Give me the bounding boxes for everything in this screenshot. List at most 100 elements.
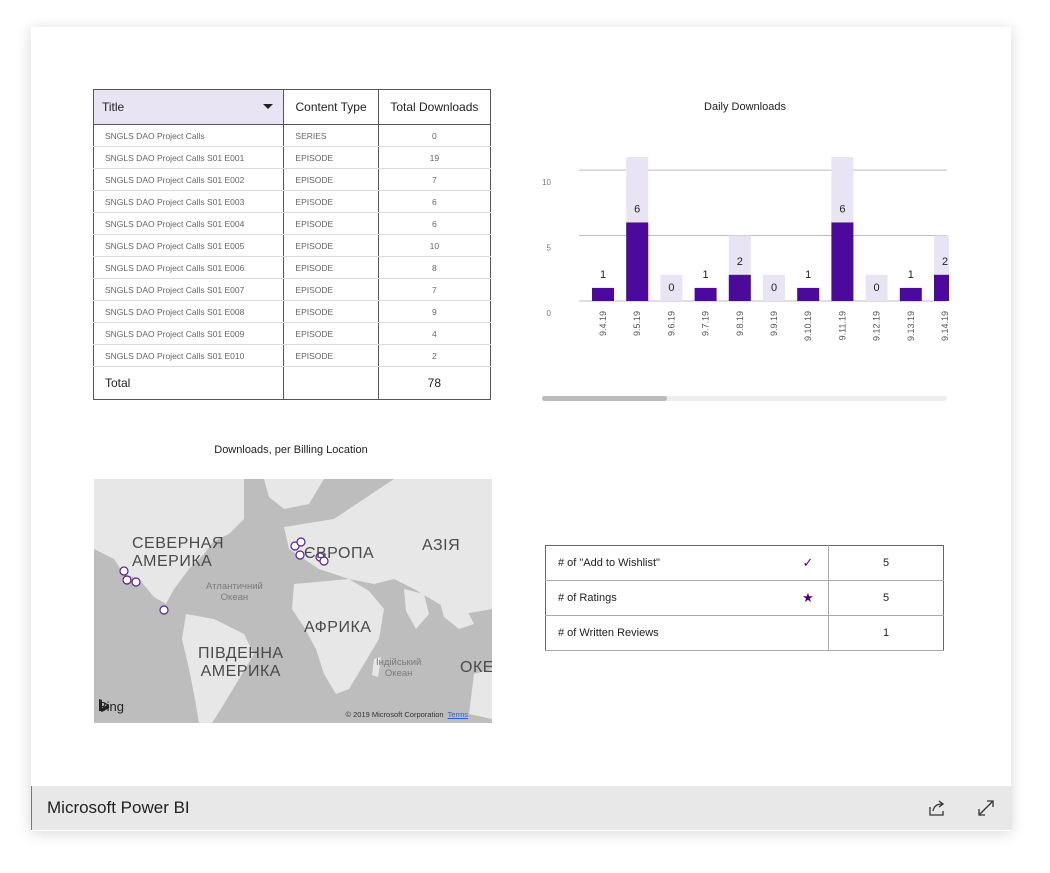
- x-tick-label: 9.6.19: [666, 311, 676, 336]
- row-type-cell: EPISODE: [283, 146, 379, 169]
- row-title-cell: SNGLS DAO Project Calls S01 E003: [92, 190, 285, 213]
- expand-button[interactable]: [974, 796, 998, 820]
- checkmark-icon: ✓: [798, 545, 829, 581]
- metric-icon-empty: [798, 615, 829, 651]
- daily-downloads-chart: 051019.4.1969.5.1909.6.1919.7.1929.8.190…: [542, 157, 949, 341]
- metric-value: 1: [828, 615, 944, 651]
- label-indian-ocean: Індійський Океан: [376, 657, 422, 679]
- metric-value: 5: [828, 580, 944, 616]
- row-type-cell: EPISODE: [283, 256, 379, 279]
- label-ocean-cut: ОКЕ: [460, 659, 492, 676]
- table-row: SNGLS DAO Project Calls S01 E010 EPISODE 2: [92, 344, 492, 367]
- row-type-cell: EPISODE: [283, 322, 379, 345]
- bar[interactable]: [934, 274, 949, 301]
- data-label: 0: [874, 282, 880, 294]
- downloads-table: Title Content Type Total Downloads SNGLS…: [92, 89, 492, 400]
- data-label: 2: [942, 256, 948, 268]
- data-label: 2: [737, 256, 743, 268]
- row-title-cell: SNGLS DAO Project Calls S01 E004: [92, 212, 285, 235]
- table-row: SNGLS DAO Project Calls S01 E008 EPISODE 9: [92, 300, 492, 323]
- table-row: SNGLS DAO Project Calls S01 E002 EPISODE 7: [92, 168, 492, 191]
- bar[interactable]: [797, 287, 820, 301]
- row-downloads-cell: 0: [377, 124, 492, 147]
- table-row: SNGLS DAO Project Calls S01 E003 EPISODE 6: [92, 190, 492, 213]
- row-title-cell: SNGLS DAO Project Calls S01 E002: [92, 168, 285, 191]
- column-header-total-downloads[interactable]: Total Downloads: [377, 89, 492, 125]
- row-type-cell: EPISODE: [283, 168, 379, 191]
- share-button[interactable]: [925, 796, 949, 820]
- bing-logo: Bing: [98, 699, 124, 714]
- row-downloads-cell: 7: [377, 168, 492, 191]
- data-label: 1: [908, 269, 914, 281]
- terms-link[interactable]: Terms: [448, 710, 468, 719]
- x-tick-label: 9.12.19: [872, 311, 882, 341]
- copyright-text: © 2019 Microsoft Corporation: [345, 710, 444, 719]
- bar[interactable]: [592, 287, 614, 301]
- bar[interactable]: [899, 287, 922, 301]
- y-tick-label: 0: [547, 309, 552, 318]
- row-type-cell: EPISODE: [283, 278, 379, 301]
- x-tick-label: 9.8.19: [735, 311, 745, 336]
- bing-icon: [99, 699, 109, 712]
- table-row: SNGLS DAO Project Calls S01 E006 EPISODE 8: [92, 256, 492, 279]
- star-icon: ★: [798, 580, 829, 616]
- row-downloads-cell: 19: [377, 146, 492, 169]
- row-type-cell: EPISODE: [283, 190, 379, 213]
- table-row: SNGLS DAO Project Calls S01 E001 EPISODE 1…: [92, 146, 492, 169]
- metric-value: 5: [828, 545, 944, 581]
- row-type-cell: EPISODE: [283, 344, 379, 367]
- row-downloads-cell: 9: [377, 300, 492, 323]
- brand-label: Microsoft Power BI: [47, 798, 190, 817]
- row-downloads-cell: 6: [377, 212, 492, 235]
- row-downloads-cell: 4: [377, 322, 492, 345]
- row-type-cell: EPISODE: [283, 212, 379, 235]
- data-label: 0: [668, 282, 674, 294]
- column-header-title[interactable]: Title: [92, 89, 285, 125]
- chart-title: Daily Downloads: [704, 101, 786, 113]
- row-downloads-cell: 8: [377, 256, 492, 279]
- engagement-metrics-table: # of "Add to Wishlist" ✓ 5 # of Ratings ★ 5 # …: [545, 545, 944, 651]
- label-africa: АФРИКА: [304, 619, 372, 636]
- row-downloads-cell: 6: [377, 190, 492, 213]
- table-row: SNGLS DAO Project Calls S01 E009 EPISODE 4: [92, 322, 492, 345]
- row-type-cell: EPISODE: [283, 300, 379, 323]
- map-copyright: © 2019 Microsoft Corporation Terms: [346, 710, 469, 719]
- row-title-cell: SNGLS DAO Project Calls S01 E007: [92, 278, 285, 301]
- table-row: SNGLS DAO Project Calls S01 E004 EPISODE 6: [92, 212, 492, 235]
- total-empty-cell: [283, 366, 379, 400]
- row-downloads-cell: 7: [377, 278, 492, 301]
- bar[interactable]: [831, 222, 854, 301]
- bar[interactable]: [694, 287, 717, 301]
- column-header-content-type[interactable]: Content Type: [283, 89, 379, 125]
- row-title-cell: SNGLS DAO Project Calls S01 E006: [92, 256, 285, 279]
- chart-scrollbar[interactable]: [542, 396, 947, 401]
- label-europe: ЄВРОПА: [304, 545, 375, 562]
- metrics-row: # of Ratings ★ 5: [545, 580, 944, 616]
- column-header-title-label: Title: [102, 100, 125, 114]
- expand-icon: [978, 800, 994, 816]
- label-asia: АЗІЯ: [422, 537, 461, 554]
- data-label: 6: [634, 203, 640, 215]
- table-total-row: Total 78: [92, 366, 492, 400]
- metric-label: # of "Add to Wishlist": [545, 545, 798, 581]
- row-title-cell: SNGLS DAO Project Calls S01 E009: [92, 322, 285, 345]
- metric-label: # of Written Reviews: [545, 615, 798, 651]
- x-tick-label: 9.9.19: [769, 311, 779, 336]
- bar[interactable]: [626, 222, 649, 301]
- table-header-row: Title Content Type Total Downloads: [92, 89, 492, 125]
- x-tick-label: 9.4.19: [598, 311, 608, 336]
- data-label: 1: [805, 269, 811, 281]
- row-title-cell: SNGLS DAO Project Calls S01 E008: [92, 300, 285, 323]
- row-title-cell: SNGLS DAO Project Calls S01 E001: [92, 146, 285, 169]
- data-label: 1: [600, 269, 606, 281]
- sort-caret-icon[interactable]: [263, 104, 274, 109]
- billing-location-map[interactable]: СЕВЕРНАЯ АМЕРИКА ЄВРОПА АЗІЯ Атлантичний…: [94, 479, 492, 723]
- label-south-america: ПІВДЕННА АМЕРИКА: [198, 645, 284, 680]
- chart-scrollbar-thumb[interactable]: [542, 396, 667, 401]
- total-value: 78: [377, 366, 492, 400]
- x-tick-label: 9.11.19: [837, 311, 847, 340]
- total-label: Total: [92, 366, 285, 400]
- data-label: 6: [839, 203, 845, 215]
- bar[interactable]: [728, 274, 751, 301]
- table-row: SNGLS DAO Project Calls S01 E007 EPISODE 7: [92, 278, 492, 301]
